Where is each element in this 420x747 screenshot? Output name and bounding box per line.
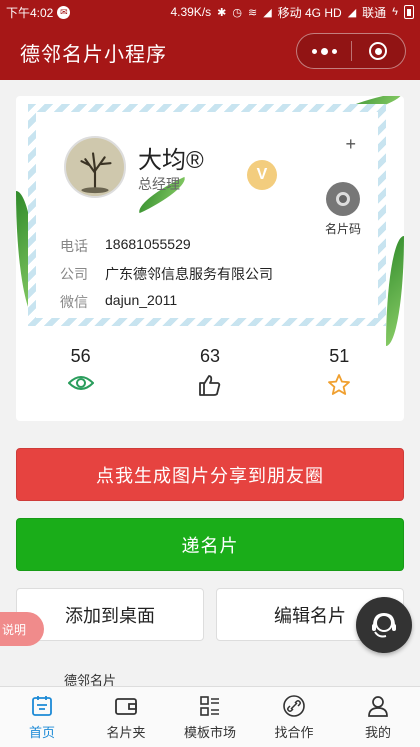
star-icon xyxy=(328,374,351,395)
qr-code-icon xyxy=(326,182,360,216)
views-stat[interactable]: 56 xyxy=(16,346,145,397)
tab-home[interactable]: 首页 xyxy=(0,687,84,747)
dot-icon xyxy=(320,47,328,55)
alarm-icon: ◷ xyxy=(232,6,242,19)
tab-template-market[interactable]: 模板市场 xyxy=(168,687,252,747)
tree-avatar-image xyxy=(66,138,124,196)
thumbs-up-icon xyxy=(199,375,221,396)
title-bar: 德邻名片小程序 xyxy=(0,24,420,80)
headset-icon xyxy=(372,612,396,638)
wechat-value: dajun_2011 xyxy=(105,292,178,308)
stats-row: 56 63 51 xyxy=(16,346,404,397)
qr-code-label: 名片码 xyxy=(324,222,361,236)
link-icon xyxy=(283,694,305,717)
home-icon xyxy=(32,695,52,716)
company-row[interactable]: 公司 广东德邻信息服务有限公司 xyxy=(60,264,273,284)
status-time: 下午4:02 xyxy=(6,5,54,20)
verified-badge: V xyxy=(247,160,277,190)
card-position: 总经理 xyxy=(138,176,180,192)
phone-label: 电话 xyxy=(60,238,88,254)
share-to-moments-button[interactable]: 点我生成图片分享到朋友圈 xyxy=(16,448,404,501)
notification-icon: ✉ xyxy=(57,5,71,19)
likes-stat[interactable]: 63 xyxy=(145,346,274,397)
bluetooth-icon: ✱ xyxy=(217,6,227,19)
tab-find-cooperation[interactable]: 找合作 xyxy=(252,687,336,747)
battery-icon xyxy=(404,5,414,19)
wechat-row[interactable]: 微信 dajun_2011 xyxy=(60,292,177,312)
carrier-2: 联通 xyxy=(362,5,387,20)
wechat-label: 微信 xyxy=(60,294,88,310)
eye-icon xyxy=(67,376,94,390)
add-to-desktop-button[interactable]: 添加到桌面 xyxy=(16,588,204,641)
tab-card-holder-label: 名片夹 xyxy=(106,724,146,740)
company-value: 广东德邻信息服务有限公司 xyxy=(105,266,273,282)
tab-template-market-label: 模板市场 xyxy=(183,724,236,740)
tab-card-holder[interactable]: 名片夹 xyxy=(84,687,168,747)
card-inner[interactable]: 大均® 总经理 V + 名片码 电话 18681055529 公司 广东德邻信息… xyxy=(36,112,378,318)
phone-row[interactable]: 电话 18681055529 xyxy=(60,236,191,256)
bottom-tab-bar: 首页 名片夹 模板市场 找合作 我的 xyxy=(0,686,420,747)
tab-find-cooperation-label: 找合作 xyxy=(274,724,314,740)
wallet-icon xyxy=(115,697,137,715)
tab-mine[interactable]: 我的 xyxy=(336,687,420,747)
card-name: 大均® xyxy=(138,147,204,174)
grid-list-icon xyxy=(200,695,219,716)
favorites-stat[interactable]: 51 xyxy=(275,346,404,397)
customer-service-button[interactable] xyxy=(356,597,412,653)
status-bar: 下午4:02 ✉ 4.39K/s ✱ ◷ ≋ ◢ 移动 4G HD ◢ 联通 ϟ xyxy=(0,0,420,24)
pass-card-button[interactable]: 递名片 xyxy=(16,518,404,571)
company-label: 公司 xyxy=(60,266,88,282)
plus-icon[interactable]: + xyxy=(345,134,356,155)
network-speed: 4.39K/s xyxy=(170,5,212,19)
carrier-1: 移动 4G HD xyxy=(277,5,342,20)
tab-mine-label: 我的 xyxy=(364,724,391,740)
user-icon xyxy=(368,695,388,717)
dot-icon xyxy=(311,48,317,54)
card-frame: 大均® 总经理 V + 名片码 电话 18681055529 公司 广东德邻信息… xyxy=(28,104,386,326)
wifi-icon: ≋ xyxy=(247,6,258,19)
close-circle-icon xyxy=(369,42,388,60)
leaf-decoration xyxy=(386,236,404,346)
avatar[interactable] xyxy=(64,136,126,198)
favorites-count: 51 xyxy=(329,346,350,366)
qr-code-button[interactable]: 名片码 xyxy=(318,182,368,237)
more-button[interactable] xyxy=(297,34,351,68)
phone-value: 18681055529 xyxy=(105,236,191,252)
explain-tab[interactable]: 说明 xyxy=(0,612,44,646)
tab-home-label: 首页 xyxy=(28,724,55,740)
dot-icon xyxy=(331,48,337,54)
charging-icon: ϟ xyxy=(392,6,398,18)
signal-icon: ◢ xyxy=(263,6,272,19)
likes-count: 63 xyxy=(199,346,220,366)
signal-icon-2: ◢ xyxy=(347,6,357,19)
views-count: 56 xyxy=(70,346,91,366)
close-button[interactable] xyxy=(352,34,405,68)
page-title: 德邻名片小程序 xyxy=(20,43,167,66)
mini-program-capsule xyxy=(296,33,406,69)
business-card-panel: 大均® 总经理 V + 名片码 电话 18681055529 公司 广东德邻信息… xyxy=(16,96,404,421)
